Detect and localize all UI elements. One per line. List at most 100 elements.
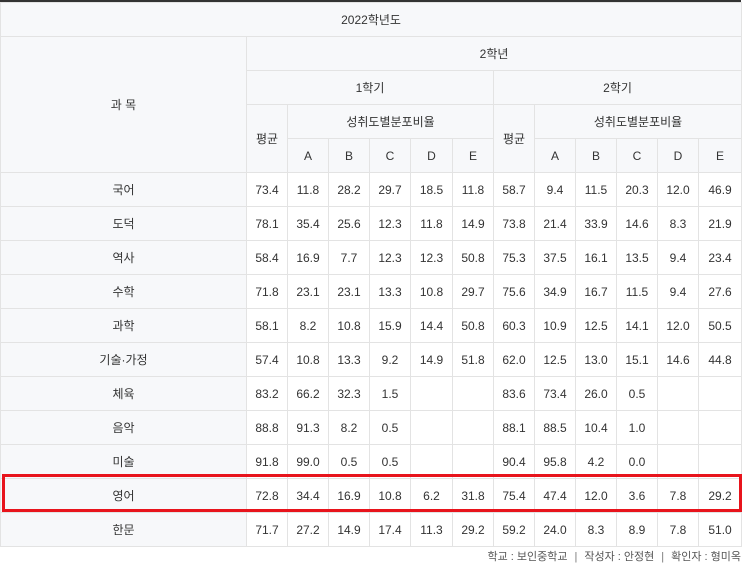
s2-level-c-cell: 3.6 — [616, 478, 658, 513]
s1-level-d-cell: 6.2 — [410, 478, 453, 513]
footer-credits: 학교 : 보인중학교 | 작성자 : 안정현 | 확인자 : 형미옥 — [487, 548, 741, 564]
subject-cell: 과학 — [0, 308, 247, 343]
s1-level-b-cell: 10.8 — [328, 308, 370, 343]
s1-level-d-cell: 11.3 — [410, 512, 453, 547]
subject-cell: 미술 — [0, 444, 247, 479]
s2-level-d-cell: 12.0 — [657, 308, 699, 343]
table-row: 수학 71.8 23.1 23.1 13.3 10.8 29.7 75.6 34.9 16.7 11… — [0, 274, 743, 309]
footer-school: 학교 : 보인중학교 — [487, 551, 568, 563]
subject-cell: 수학 — [0, 274, 247, 309]
s1-level-a-cell: 35.4 — [287, 206, 329, 241]
s1-average-cell: 88.8 — [246, 410, 288, 445]
s1-level-d-cell — [410, 444, 453, 479]
s2-average-cell: 90.4 — [493, 444, 535, 479]
s1-level-d-cell: 11.8 — [410, 206, 453, 241]
s1-level-a-cell: 99.0 — [287, 444, 329, 479]
s1-level-d-cell: 14.4 — [410, 308, 453, 343]
subject-cell: 기술·가정 — [0, 342, 247, 377]
s2-level-c-cell: 20.3 — [616, 172, 658, 207]
s1-level-e-cell — [452, 410, 494, 445]
table-row: 기술·가정 57.4 10.8 13.3 9.2 14.9 51.8 62.0 12.5 13.0… — [0, 342, 743, 377]
s2-level-b-cell: 16.1 — [575, 240, 617, 275]
s2-level-b-cell: 12.0 — [575, 478, 617, 513]
s1-level-e-cell — [452, 444, 494, 479]
s2-average-cell: 73.8 — [493, 206, 535, 241]
s1-level-b-cell: 8.2 — [328, 410, 370, 445]
table-row: 영어 72.8 34.4 16.9 10.8 6.2 31.8 75.4 47.4 12.0 3.6… — [0, 478, 743, 513]
s1-level-e-cell: 50.8 — [452, 240, 494, 275]
s1-average-cell: 91.8 — [246, 444, 288, 479]
s2-level-d-cell — [657, 376, 699, 411]
s2-level-b-cell: 8.3 — [575, 512, 617, 547]
s2-level-d-cell — [657, 410, 699, 445]
s2-level-b-cell: 11.5 — [575, 172, 617, 207]
s1-level-a-cell: 11.8 — [287, 172, 329, 207]
s1-level-e-cell: 29.7 — [452, 274, 494, 309]
grade-header: 2학년 — [245, 36, 743, 71]
s1-level-c-cell: 9.2 — [369, 342, 411, 377]
footer-verifier: 확인자 : 형미옥 — [671, 551, 741, 563]
s2-average-cell: 60.3 — [493, 308, 535, 343]
s2-level-c-cell: 1.0 — [616, 410, 658, 445]
s1-level-b-cell: 23.1 — [328, 274, 370, 309]
s1-level-c-cell: 12.3 — [369, 206, 411, 241]
s2-level-e-cell: 51.0 — [697, 512, 743, 547]
subject-cell: 영어 — [0, 478, 247, 513]
subject-cell: 한문 — [0, 512, 247, 547]
s1-level-b-cell: 25.6 — [328, 206, 370, 241]
s1-level-a-cell: 16.9 — [287, 240, 329, 275]
s1-level-c-cell: 12.3 — [369, 240, 411, 275]
s2-level-a-cell: 73.4 — [534, 376, 576, 411]
s2-average-header: 평균 — [493, 104, 535, 173]
s2-level-e-cell: 50.5 — [697, 308, 743, 343]
s2-level-d-cell: 9.4 — [657, 274, 699, 309]
subject-header: 과 목 — [0, 36, 247, 173]
s2-level-e-cell: 23.4 — [697, 240, 743, 275]
s1-level-d-cell: 18.5 — [410, 172, 453, 207]
s2-level-d-cell: 7.8 — [657, 478, 699, 513]
year-header: 2022학년도 — [0, 2, 743, 37]
s2-level-e-cell: 27.6 — [697, 274, 743, 309]
s1-distribution-header: 성취도별분포비율 — [287, 104, 494, 139]
s1-level-c-cell: 0.5 — [369, 410, 411, 445]
s2-level-a-cell: 10.9 — [534, 308, 576, 343]
s1-level-e-cell: 31.8 — [452, 478, 494, 513]
s2-average-cell: 62.0 — [493, 342, 535, 377]
semester-1-header: 1학기 — [246, 70, 494, 105]
s1-level-b-cell: 16.9 — [328, 478, 370, 513]
s2-level-c-cell: 14.6 — [616, 206, 658, 241]
s1-average-cell: 78.1 — [246, 206, 288, 241]
s1-level-e-cell: 14.9 — [452, 206, 494, 241]
s2-distribution-header: 성취도별분포비율 — [533, 104, 743, 139]
s2-level-a-cell: 34.9 — [534, 274, 576, 309]
s2-level-a-cell: 21.4 — [534, 206, 576, 241]
level-header-a: A — [534, 138, 576, 173]
s1-average-cell: 71.8 — [246, 274, 288, 309]
semester-2-header: 2학기 — [492, 70, 743, 105]
s1-level-d-cell — [410, 376, 453, 411]
s1-level-e-cell: 50.8 — [452, 308, 494, 343]
s2-level-a-cell: 47.4 — [534, 478, 576, 513]
s1-average-cell: 73.4 — [246, 172, 288, 207]
s1-level-d-cell: 14.9 — [410, 342, 453, 377]
table-row: 체육 83.2 66.2 32.3 1.5 83.6 73.4 26.0 0.5 — [0, 376, 743, 411]
s1-level-b-cell: 0.5 — [328, 444, 370, 479]
s1-average-cell: 58.4 — [246, 240, 288, 275]
table-row: 역사 58.4 16.9 7.7 12.3 12.3 50.8 75.3 37.5 16.1 13.… — [0, 240, 743, 275]
footer-separator: | — [661, 551, 665, 563]
s2-average-cell: 75.4 — [493, 478, 535, 513]
table-row: 음악 88.8 91.3 8.2 0.5 88.1 88.5 10.4 1.0 — [0, 410, 743, 445]
s1-average-cell: 57.4 — [246, 342, 288, 377]
s1-level-d-cell — [410, 410, 453, 445]
s2-level-c-cell: 8.9 — [616, 512, 658, 547]
s1-level-a-cell: 27.2 — [287, 512, 329, 547]
s1-level-c-cell: 17.4 — [369, 512, 411, 547]
s2-level-e-cell: 21.9 — [697, 206, 743, 241]
s1-level-c-cell: 10.8 — [369, 478, 411, 513]
grade-distribution-table-wrapper: 2022학년도 과 목 2학년 1학기 2학기 평균 성취도별분포비율 평균 성… — [0, 0, 743, 547]
s2-level-b-cell: 10.4 — [575, 410, 617, 445]
s2-level-d-cell: 14.6 — [657, 342, 699, 377]
s1-average-cell: 83.2 — [246, 376, 288, 411]
table-row: 미술 91.8 99.0 0.5 0.5 90.4 95.8 4.2 0.0 — [0, 444, 743, 479]
s2-level-e-cell: 46.9 — [697, 172, 743, 207]
